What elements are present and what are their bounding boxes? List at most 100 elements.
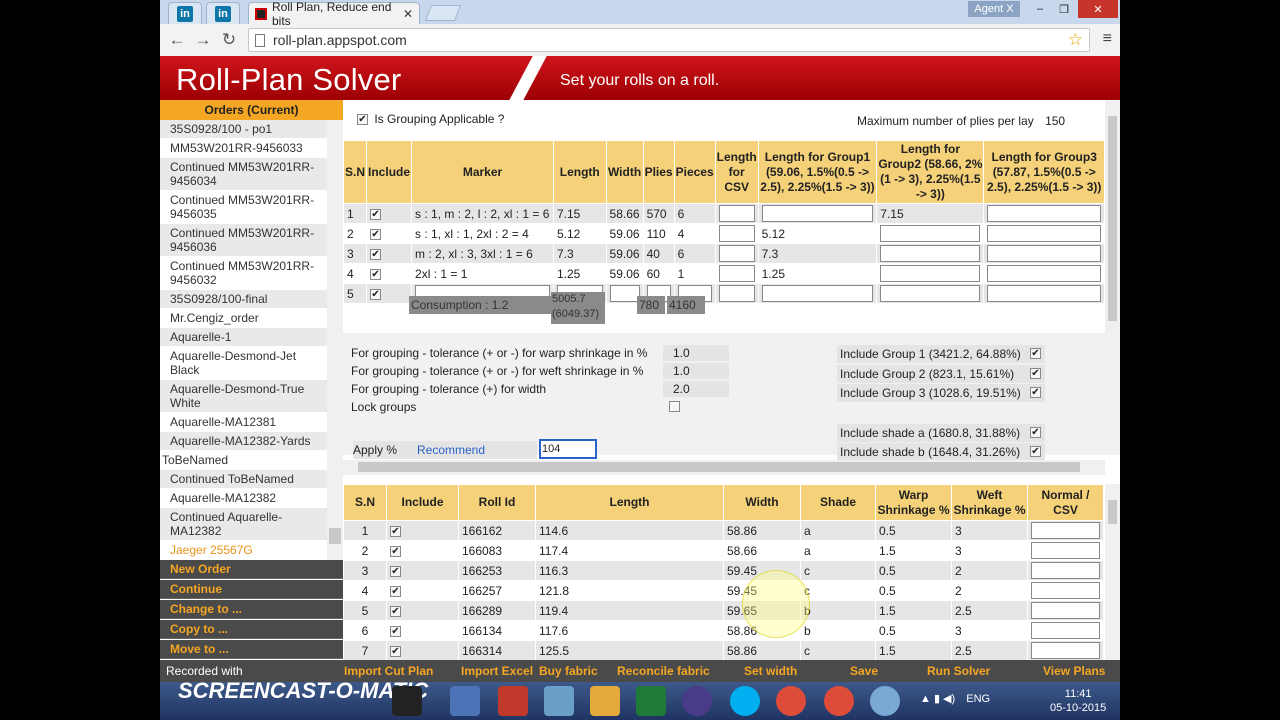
- csv-length-input[interactable]: [718, 225, 755, 242]
- include-cell[interactable]: ✔: [366, 203, 413, 224]
- chrome-icon[interactable]: [824, 686, 854, 716]
- eclipse-icon[interactable]: [682, 686, 712, 716]
- csv-cell[interactable]: [1027, 540, 1104, 561]
- notes-icon[interactable]: [544, 686, 574, 716]
- tab-linkedin-2[interactable]: in: [206, 2, 240, 24]
- group2-input[interactable]: [880, 265, 981, 282]
- include-group-3[interactable]: Include Group 3 (1028.6, 19.51%) ✔: [837, 384, 1045, 402]
- order-item[interactable]: Continued MM53W201RR-9456036: [160, 224, 327, 257]
- group1-input[interactable]: [761, 285, 874, 302]
- csv-length-cell[interactable]: [714, 223, 759, 244]
- copy-to-button[interactable]: Copy to ...: [160, 620, 343, 639]
- csv-cell[interactable]: [1027, 620, 1104, 641]
- rolls-scrollbar[interactable]: [1105, 484, 1120, 660]
- include-cell[interactable]: ✔: [386, 640, 459, 660]
- max-plies-value[interactable]: 150: [1045, 114, 1065, 128]
- csv-length-input[interactable]: [718, 245, 755, 262]
- group3-cell[interactable]: [983, 223, 1105, 244]
- lock-groups-checkbox[interactable]: [669, 401, 680, 412]
- back-arrow-icon[interactable]: ←: [164, 30, 190, 50]
- csv-length-input[interactable]: [718, 205, 755, 222]
- include-checkbox[interactable]: ✔: [370, 228, 382, 240]
- grouping-checkbox[interactable]: ✔: [357, 114, 368, 126]
- reload-icon[interactable]: ↻: [216, 30, 242, 50]
- order-item[interactable]: Aquarelle-Desmond-Jet Black: [160, 347, 327, 380]
- forward-arrow-icon[interactable]: →: [190, 30, 216, 50]
- group2-input[interactable]: [880, 225, 981, 242]
- folder-icon[interactable]: [590, 686, 620, 716]
- group3-cell[interactable]: [983, 283, 1105, 304]
- apply-percent-input[interactable]: 104: [539, 439, 597, 459]
- csv-length-cell[interactable]: [714, 283, 759, 304]
- group2-input[interactable]: [880, 285, 981, 302]
- order-item[interactable]: Continued Aquarelle-MA12382: [160, 508, 327, 541]
- group-checkbox[interactable]: ✔: [1030, 368, 1041, 379]
- profile-button[interactable]: Agent X: [968, 1, 1020, 17]
- include-shade-b[interactable]: Include shade b (1648.4, 31.26%) ✔: [837, 443, 1045, 461]
- order-item[interactable]: 35S0928/100 - po1: [160, 120, 327, 139]
- skype-icon[interactable]: [730, 686, 760, 716]
- group3-input[interactable]: [987, 265, 1101, 282]
- order-item[interactable]: Aquarelle-MA12382: [160, 489, 327, 508]
- include-checkbox[interactable]: ✔: [390, 645, 401, 657]
- change-to-button[interactable]: Change to ...: [160, 600, 343, 619]
- scroll-thumb[interactable]: [358, 462, 1080, 472]
- include-cell[interactable]: ✔: [386, 600, 459, 621]
- close-tab-icon[interactable]: ✕: [403, 7, 413, 21]
- csv-cell[interactable]: [1027, 520, 1104, 541]
- scroll-thumb[interactable]: [1108, 500, 1117, 524]
- group-checkbox[interactable]: ✔: [1030, 387, 1041, 398]
- include-cell[interactable]: ✔: [366, 283, 413, 304]
- group3-input[interactable]: [987, 285, 1101, 302]
- order-item[interactable]: Continued MM53W201RR-9456035: [160, 191, 327, 224]
- group1-input[interactable]: [761, 205, 874, 222]
- group2-input[interactable]: [880, 245, 981, 262]
- group3-input[interactable]: [987, 225, 1101, 242]
- group1-cell[interactable]: 7.3: [757, 243, 878, 264]
- language-indicator[interactable]: ENG: [966, 693, 990, 705]
- set-width-button[interactable]: Set width: [744, 660, 797, 682]
- include-checkbox[interactable]: ✔: [390, 605, 401, 617]
- group-checkbox[interactable]: ✔: [1030, 348, 1041, 359]
- order-item[interactable]: Aquarelle-Desmond-True White: [160, 380, 327, 413]
- include-cell[interactable]: ✔: [386, 620, 459, 641]
- new-tab-button[interactable]: [425, 5, 461, 21]
- order-item[interactable]: Continued MM53W201RR-9456032: [160, 257, 327, 290]
- group1-cell[interactable]: 5.12: [757, 223, 878, 244]
- scroll-thumb[interactable]: [329, 528, 341, 544]
- group3-cell[interactable]: [983, 243, 1105, 264]
- csv-cell[interactable]: [1027, 600, 1104, 621]
- scroll-thumb[interactable]: [1108, 116, 1117, 321]
- include-cell[interactable]: ✔: [366, 223, 413, 244]
- group1-cell[interactable]: [757, 283, 878, 304]
- minimize-icon[interactable]: –: [1028, 0, 1052, 18]
- order-list-scrollbar[interactable]: [327, 120, 343, 560]
- bookmark-star-icon[interactable]: ☆: [1068, 30, 1083, 50]
- include-cell[interactable]: ✔: [386, 520, 459, 541]
- group2-cell[interactable]: [876, 243, 985, 264]
- new-order-button[interactable]: New Order: [160, 560, 343, 579]
- move-to-button[interactable]: Move to ...: [160, 640, 343, 659]
- group3-cell[interactable]: [983, 263, 1105, 284]
- include-cell[interactable]: ✔: [366, 243, 413, 264]
- group2-cell[interactable]: [876, 283, 985, 304]
- include-checkbox[interactable]: ✔: [390, 585, 401, 597]
- import-excel-button[interactable]: Import Excel: [461, 660, 533, 682]
- include-cell[interactable]: ✔: [386, 560, 459, 581]
- close-window-icon[interactable]: ✕: [1078, 0, 1118, 18]
- save-button[interactable]: Save: [850, 660, 878, 682]
- include-cell[interactable]: ✔: [386, 580, 459, 601]
- include-group-1[interactable]: Include Group 1 (3421.2, 64.88%) ✔: [837, 345, 1045, 363]
- order-item[interactable]: 35S0928/100-final: [160, 290, 327, 309]
- menu-icon[interactable]: ≡: [1103, 30, 1112, 48]
- include-cell[interactable]: ✔: [386, 540, 459, 561]
- order-item[interactable]: Aquarelle-MA12381: [160, 413, 327, 432]
- shade-checkbox[interactable]: ✔: [1030, 446, 1041, 457]
- order-item[interactable]: ToBeNamed: [160, 451, 327, 470]
- view-plans-button[interactable]: View Plans: [1043, 660, 1105, 682]
- csv-length-input[interactable]: [718, 265, 755, 282]
- csv-length-cell[interactable]: [714, 263, 759, 284]
- group3-input[interactable]: [987, 245, 1101, 262]
- order-item[interactable]: Mr.Cengiz_order: [160, 309, 327, 328]
- group3-input[interactable]: [987, 205, 1101, 222]
